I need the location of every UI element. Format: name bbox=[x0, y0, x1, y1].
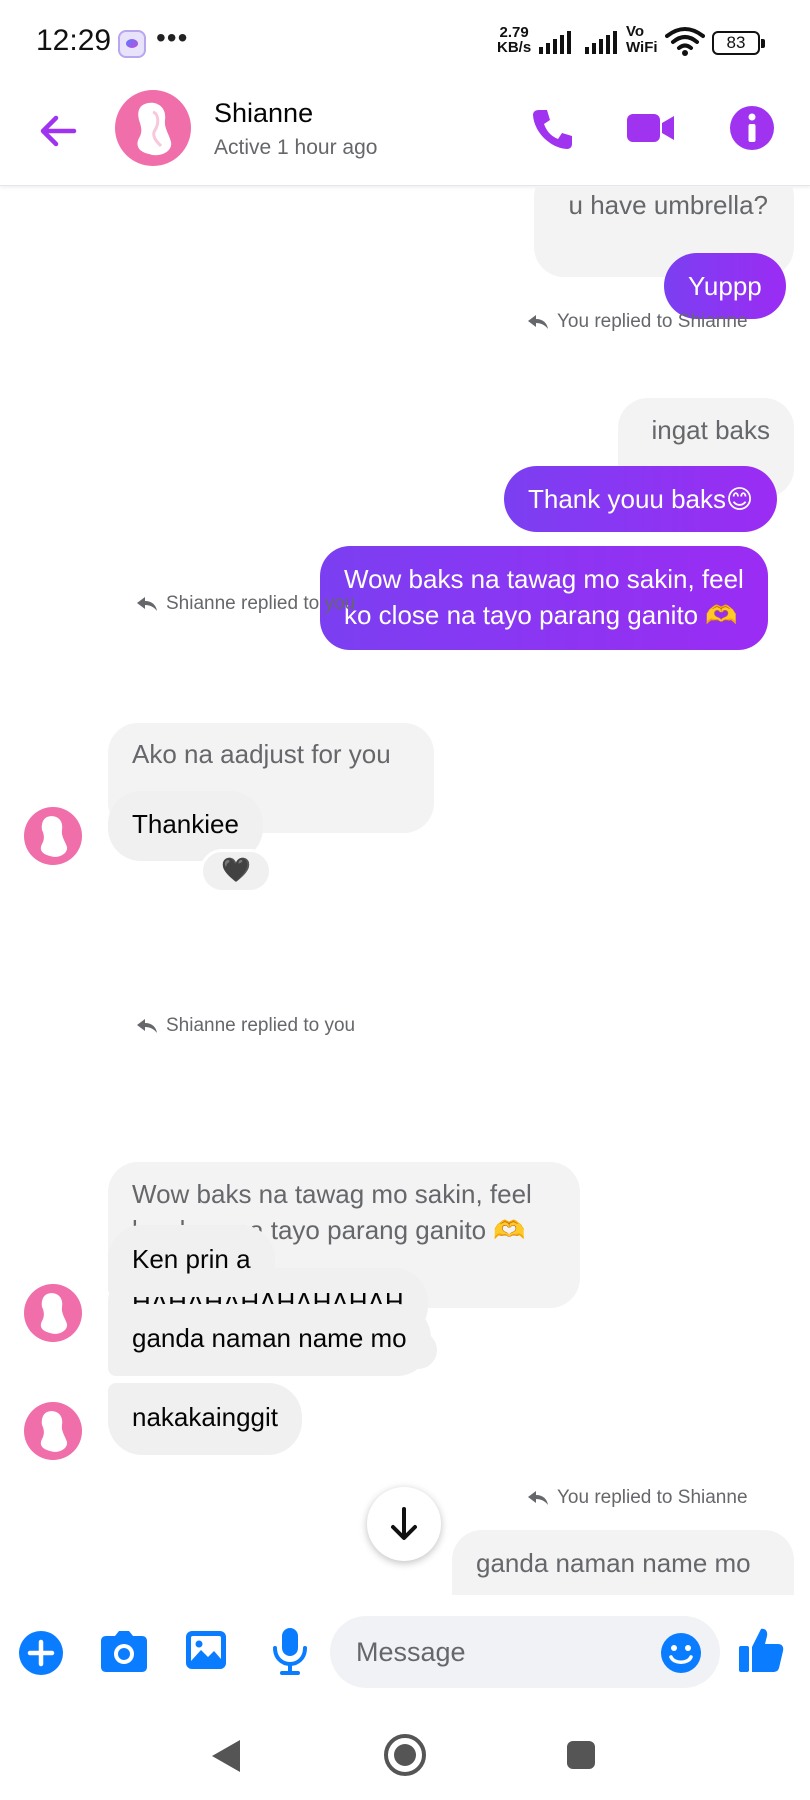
reply-arrow-icon bbox=[528, 315, 548, 329]
message-bubble-incoming[interactable]: nakakainggit bbox=[108, 1383, 302, 1455]
more-notifications-icon: ••• bbox=[156, 22, 189, 53]
scroll-to-bottom-button[interactable] bbox=[367, 1487, 441, 1561]
wifi-icon bbox=[665, 27, 705, 56]
emoji-icon[interactable] bbox=[660, 1632, 702, 1674]
message-list[interactable]: u have umbrella? Yuppp You replied to Sh… bbox=[0, 187, 810, 1595]
contact-avatar-small[interactable] bbox=[24, 807, 82, 865]
network-speed: 2.79 KB/s bbox=[497, 24, 532, 56]
contact-avatar-small[interactable] bbox=[24, 1284, 82, 1342]
nav-home-icon[interactable] bbox=[382, 1732, 428, 1778]
reply-indicator: You replied to Shianne bbox=[527, 311, 748, 333]
thumbs-up-icon[interactable] bbox=[738, 1626, 784, 1674]
nav-back-icon[interactable] bbox=[210, 1738, 242, 1774]
camera-icon[interactable] bbox=[100, 1630, 148, 1674]
contact-avatar[interactable] bbox=[115, 90, 191, 166]
signal-strength-icon bbox=[539, 30, 571, 54]
chat-header: Shianne Active 1 hour ago bbox=[0, 86, 810, 186]
reply-indicator: Shianne replied to you bbox=[136, 1015, 355, 1037]
battery-indicator: 83 bbox=[712, 31, 765, 55]
info-icon[interactable] bbox=[728, 104, 776, 152]
message-bubble-outgoing[interactable]: Thank youu baks😊 bbox=[504, 466, 778, 532]
vowifi-indicator: Vo WiFi bbox=[626, 23, 658, 56]
status-time: 12:29 bbox=[36, 24, 112, 57]
message-composer bbox=[0, 1600, 810, 1700]
quoted-message[interactable]: ganda naman name mo bbox=[452, 1530, 794, 1595]
message-bubble-outgoing[interactable]: Yuppp bbox=[664, 253, 786, 319]
contact-name[interactable]: Shianne bbox=[214, 98, 313, 129]
contact-active-status: Active 1 hour ago bbox=[214, 136, 378, 159]
message-bubble-incoming[interactable]: Ken prin a bbox=[108, 1225, 275, 1297]
video-camera-icon[interactable] bbox=[626, 108, 676, 148]
image-icon[interactable] bbox=[184, 1628, 228, 1672]
system-nav-bar bbox=[0, 1700, 810, 1800]
arrow-down-icon bbox=[391, 1507, 417, 1540]
message-reaction[interactable]: 🖤 bbox=[200, 849, 272, 893]
signal-strength-2-icon bbox=[585, 30, 617, 54]
messenger-notification-icon bbox=[118, 30, 146, 58]
phone-icon[interactable] bbox=[530, 106, 576, 152]
reply-arrow-icon bbox=[137, 597, 157, 611]
status-bar: 12:29 ••• 2.79 KB/s Vo WiFi 83 bbox=[0, 0, 810, 86]
back-arrow-icon[interactable] bbox=[34, 106, 84, 156]
microphone-icon[interactable] bbox=[270, 1626, 310, 1676]
reply-arrow-icon bbox=[137, 1019, 157, 1033]
reply-arrow-icon bbox=[528, 1491, 548, 1505]
message-bubble-outgoing[interactable]: Wow baks na tawag mo sakin, feel ko clos… bbox=[320, 546, 768, 650]
message-bubble-incoming[interactable]: ganda naman name mo bbox=[108, 1304, 431, 1376]
reply-indicator: You replied to Shianne bbox=[527, 1487, 748, 1509]
reply-indicator: Shianne replied to you bbox=[136, 593, 355, 615]
nav-recents-icon[interactable] bbox=[565, 1739, 597, 1771]
contact-avatar-small[interactable] bbox=[24, 1402, 82, 1460]
plus-icon[interactable] bbox=[18, 1630, 64, 1676]
